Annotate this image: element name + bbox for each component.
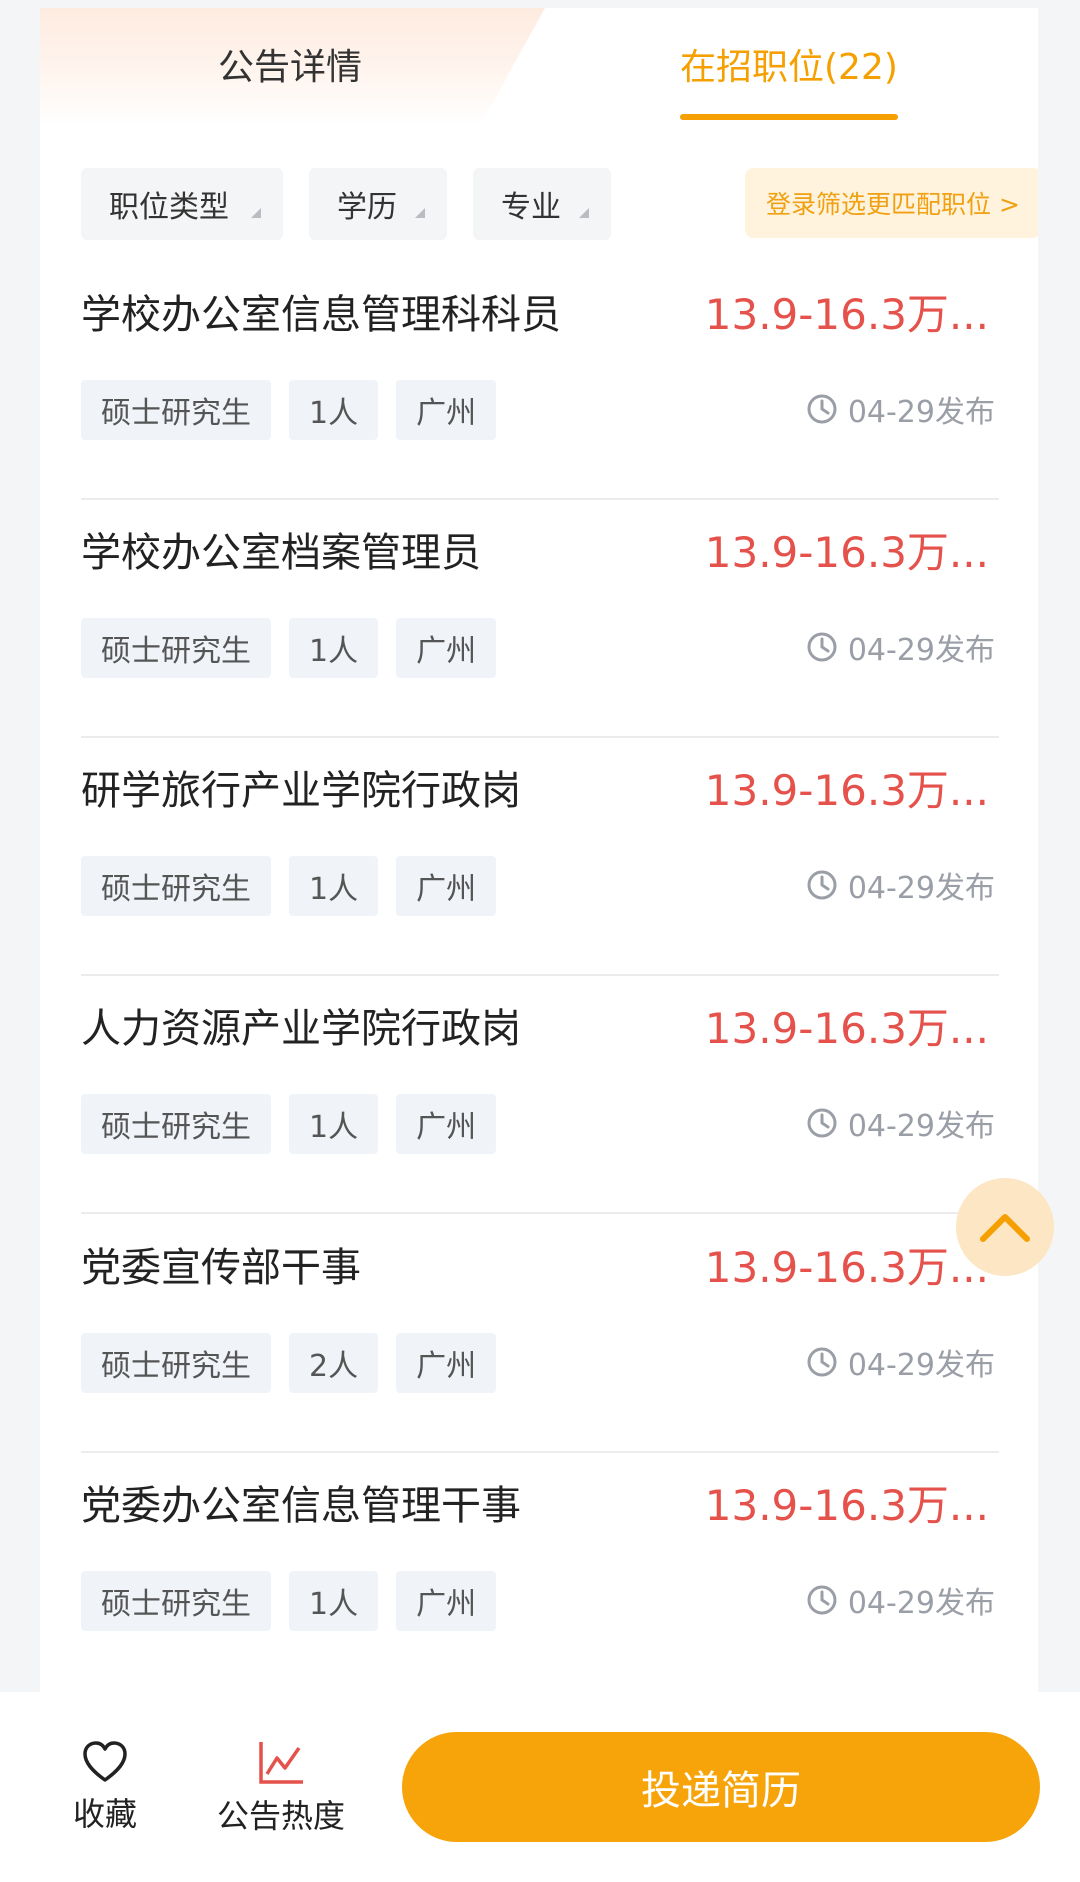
job-type-filter[interactable]: 职位类型 — [81, 168, 283, 240]
job-item[interactable]: 党委宣传部干事 13.9-16.3万... 硕士研究生 2人 广州 04-29发… — [81, 1215, 999, 1453]
publish-date: 04-29发布 — [847, 1586, 995, 1621]
job-item[interactable]: 学校办公室档案管理员 13.9-16.3万... 硕士研究生 1人 广州 04-… — [81, 500, 999, 738]
headcount-tag: 1人 — [289, 1571, 379, 1631]
headcount-tag: 1人 — [289, 380, 379, 440]
clock-icon — [807, 870, 837, 900]
login-filter-button[interactable]: 登录筛选更匹配职位 > — [745, 168, 1038, 238]
active-tab-indicator — [680, 114, 898, 120]
bottom-action-bar: 收藏 公告热度 投递简历 — [0, 1692, 1080, 1882]
city-tag: 广州 — [396, 1571, 497, 1631]
clock-icon — [807, 1585, 837, 1615]
degree-tag: 硕士研究生 — [81, 1333, 271, 1393]
headcount-tag: 1人 — [289, 856, 379, 916]
degree-tag: 硕士研究生 — [81, 856, 271, 916]
clock-icon — [807, 1108, 837, 1138]
publish-info: 04-29发布 — [806, 1340, 995, 1384]
trend-chart-icon — [259, 1742, 303, 1784]
job-salary: 13.9-16.3万... — [704, 290, 989, 339]
clock-icon — [807, 394, 837, 424]
job-title: 人力资源产业学院行政岗 — [81, 1006, 521, 1052]
scroll-to-top-button[interactable] — [956, 1178, 1054, 1276]
clock-icon — [807, 632, 837, 662]
tab-announcement-detail[interactable]: 公告详情 — [218, 46, 362, 90]
publish-date: 04-29发布 — [847, 871, 995, 906]
favorite-button[interactable]: 收藏 — [60, 1740, 150, 1834]
job-salary: 13.9-16.3万... — [704, 1243, 989, 1292]
major-filter[interactable]: 专业 — [473, 168, 611, 240]
education-filter[interactable]: 学历 — [309, 168, 447, 240]
headcount-tag: 1人 — [289, 618, 379, 678]
job-salary: 13.9-16.3万... — [704, 1481, 989, 1530]
chevron-up-icon — [980, 1214, 1030, 1242]
degree-tag: 硕士研究生 — [81, 380, 271, 440]
submit-resume-button[interactable]: 投递简历 — [402, 1732, 1040, 1842]
publish-date: 04-29发布 — [847, 633, 995, 668]
job-salary: 13.9-16.3万... — [704, 766, 989, 815]
job-item[interactable]: 研学旅行产业学院行政岗 13.9-16.3万... 硕士研究生 1人 广州 04… — [81, 738, 999, 976]
city-tag: 广州 — [396, 856, 497, 916]
dropdown-triangle-icon — [415, 208, 425, 218]
publish-info: 04-29发布 — [806, 863, 995, 907]
job-tags: 硕士研究生 1人 广州 — [81, 1094, 497, 1154]
job-title: 党委办公室信息管理干事 — [81, 1483, 521, 1529]
announcement-heat-label: 公告热度 — [216, 1797, 345, 1835]
city-tag: 广州 — [396, 1333, 497, 1393]
degree-tag: 硕士研究生 — [81, 618, 271, 678]
degree-tag: 硕士研究生 — [81, 1571, 271, 1631]
job-salary: 13.9-16.3万... — [704, 1004, 989, 1053]
job-tags: 硕士研究生 1人 广州 — [81, 618, 497, 678]
job-tags: 硕士研究生 2人 广州 — [81, 1333, 497, 1393]
publish-date: 04-29发布 — [847, 395, 995, 430]
job-tags: 硕士研究生 1人 广州 — [81, 380, 497, 440]
headcount-tag: 2人 — [289, 1333, 379, 1393]
city-tag: 广州 — [396, 1094, 497, 1154]
job-type-filter-label: 职位类型 — [109, 190, 229, 225]
announcement-heat-button[interactable]: 公告热度 — [206, 1740, 356, 1836]
publish-info: 04-29发布 — [806, 1101, 995, 1145]
filter-bar: 职位类型 学历 专业 登录筛选更匹配职位 > — [81, 168, 1038, 240]
job-item[interactable]: 党委办公室信息管理干事 13.9-16.3万... 硕士研究生 1人 广州 04… — [81, 1453, 999, 1691]
publish-date: 04-29发布 — [847, 1348, 995, 1383]
tab-bar: 公告详情 在招职位(22) — [40, 8, 1038, 138]
degree-tag: 硕士研究生 — [81, 1094, 271, 1154]
job-item[interactable]: 人力资源产业学院行政岗 13.9-16.3万... 硕士研究生 1人 广州 04… — [81, 976, 999, 1214]
city-tag: 广州 — [396, 618, 497, 678]
headcount-tag: 1人 — [289, 1094, 379, 1154]
publish-info: 04-29发布 — [806, 387, 995, 431]
tab-open-positions[interactable]: 在招职位(22) — [680, 46, 898, 90]
favorite-label: 收藏 — [72, 1795, 137, 1833]
clock-icon — [807, 1347, 837, 1377]
job-title: 党委宣传部干事 — [81, 1245, 361, 1291]
content-card: 公告详情 在招职位(22) 职位类型 学历 专业 登录筛选更匹配职位 > 学校办… — [40, 8, 1038, 1692]
job-title: 学校办公室信息管理科科员 — [81, 292, 561, 338]
job-salary: 13.9-16.3万... — [704, 528, 989, 577]
job-tags: 硕士研究生 1人 广州 — [81, 1571, 497, 1631]
publish-info: 04-29发布 — [806, 1578, 995, 1622]
heart-icon — [83, 1741, 127, 1782]
education-filter-label: 学历 — [337, 190, 397, 225]
job-item[interactable]: 学校办公室信息管理科科员 13.9-16.3万... 硕士研究生 1人 广州 0… — [81, 262, 999, 500]
divider — [81, 1212, 999, 1214]
job-title: 研学旅行产业学院行政岗 — [81, 768, 521, 814]
publish-info: 04-29发布 — [806, 625, 995, 669]
major-filter-label: 专业 — [501, 190, 561, 225]
job-tags: 硕士研究生 1人 广州 — [81, 856, 497, 916]
job-title: 学校办公室档案管理员 — [81, 530, 481, 576]
city-tag: 广州 — [396, 380, 497, 440]
dropdown-triangle-icon — [251, 208, 261, 218]
publish-date: 04-29发布 — [847, 1109, 995, 1144]
dropdown-triangle-icon — [579, 208, 589, 218]
